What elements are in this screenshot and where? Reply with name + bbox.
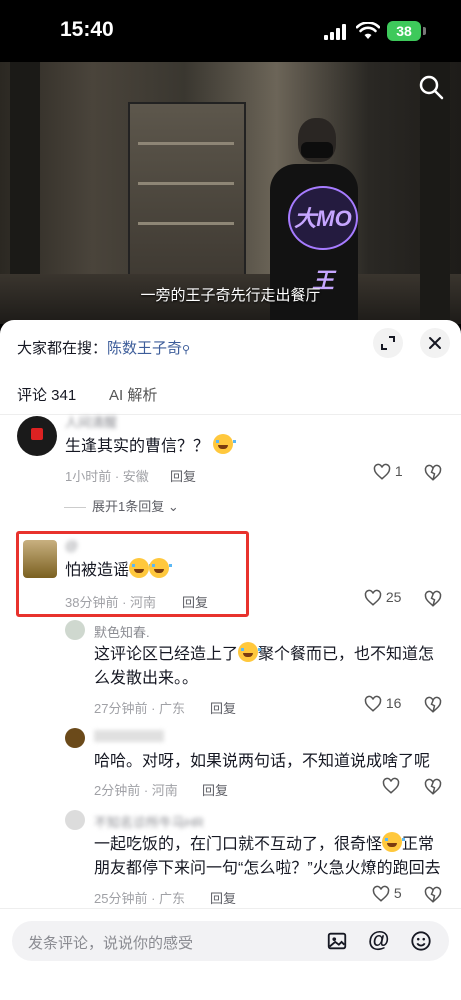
small-search-icon: ⚲ [182, 344, 191, 356]
broken-heart-icon [424, 590, 442, 607]
broken-heart-icon [424, 464, 442, 481]
like-button[interactable]: 5 [372, 885, 402, 903]
comment-text: 怕被造谣 [65, 558, 173, 583]
hot-search-label: 大家都在搜： [17, 340, 108, 357]
dislike-button[interactable] [424, 696, 442, 714]
comment-author[interactable]: 人间清醒 [65, 412, 117, 431]
close-button[interactable] [420, 328, 450, 358]
comment-input[interactable]: 发条评论，说说你的感受 @ [12, 921, 449, 961]
avatar[interactable] [65, 810, 85, 830]
reply-button[interactable]: 回复 [182, 592, 208, 611]
close-icon [429, 337, 441, 349]
reply-button[interactable]: 回复 [170, 466, 196, 485]
comment-meta: 25分钟前 · 广东 [94, 891, 186, 906]
comment-text: 生逢其实的曹信？？ [65, 434, 237, 459]
comment-panel: 大家都在搜：陈数王子奇⚲ 评论 341 AI 解析 人间清醒 生逢其实的曹信？？… [0, 320, 461, 1000]
comment-text: 哈哈。对呀，如果说两句话，不知道说成啥了呢 [94, 753, 431, 770]
mention-icon[interactable]: @ [368, 927, 389, 953]
dislike-button[interactable] [424, 590, 442, 608]
video-scene-cabinet [128, 102, 246, 302]
reply-button[interactable]: 回复 [202, 780, 228, 799]
expand-icon [381, 336, 395, 350]
hot-search[interactable]: 大家都在搜：陈数王子奇⚲ [17, 337, 190, 358]
comment-reply-item: 不知名诊所牛马HR 一起吃饭的，在门口就不互动了，很奇怪 正常 朋友都停下来问一句“… [0, 810, 461, 910]
cellular-signal-icon [324, 24, 346, 40]
heart-icon [364, 590, 382, 607]
comment-author[interactable] [94, 730, 164, 742]
status-bar: 15:40 38 [0, 0, 461, 62]
comment-author[interactable]: 默色知春. [94, 622, 150, 641]
reply-button[interactable]: 回复 [210, 698, 236, 717]
laugh-cry-emoji-icon [238, 642, 262, 662]
tab-comments[interactable]: 评论 341 [17, 384, 76, 405]
like-count: 5 [393, 885, 402, 901]
tab-ai-analysis[interactable]: AI 解析 [109, 384, 157, 405]
comment-input-bar: 发条评论，说说你的感受 @ [0, 908, 461, 1000]
battery-indicator: 38 [387, 21, 421, 41]
dislike-button[interactable] [424, 886, 442, 904]
comment-reply-item: 默色知春. 这评论区已经造上了 聚个餐而已，也不知道怎 么发散出来。。 27分钟前 … [0, 618, 461, 718]
comment-author[interactable]: 不知名诊所牛马HR [94, 812, 204, 831]
avatar[interactable] [23, 540, 57, 578]
broken-heart-icon [424, 696, 442, 713]
like-button[interactable]: 25 [364, 589, 401, 607]
comment-meta: 1小时前 · 安徽 [65, 469, 149, 484]
like-count: 1 [394, 463, 403, 479]
like-button[interactable]: 16 [364, 695, 401, 713]
like-button[interactable]: 1 [373, 463, 403, 481]
expand-button[interactable] [373, 328, 403, 358]
comment-input-placeholder: 发条评论，说说你的感受 [28, 935, 194, 952]
heart-icon [382, 778, 400, 795]
heart-icon [364, 696, 382, 713]
status-time: 15:40 [60, 18, 114, 41]
heart-icon [373, 464, 391, 481]
like-count: 25 [385, 589, 402, 605]
comment-item: @ 怕被造谣 38分钟前 · 河南 回复 25 [0, 536, 461, 616]
comment-meta: 38分钟前 · 河南 [65, 595, 157, 610]
watermark-logo: 大MO王 [288, 186, 358, 293]
video-subtitle: 一旁的王子奇先行走出餐厅 [140, 287, 321, 304]
wifi-icon [356, 22, 380, 39]
comment-author[interactable]: @ [65, 538, 78, 553]
video-player[interactable]: 大MO王 一旁的王子奇先行走出餐厅 [0, 62, 461, 324]
comment-meta: 27分钟前 · 广东 [94, 701, 186, 716]
like-button[interactable] [382, 777, 400, 795]
broken-heart-icon [424, 778, 442, 795]
comment-text: 一起吃饭的，在门口就不互动了，很奇怪 正常 朋友都停下来问一句“怎么啦？”火急火燎的… [94, 832, 441, 881]
expand-replies-button[interactable]: 展开1条回复 ⌄ [64, 496, 179, 515]
laugh-cry-emoji-icon [382, 832, 406, 852]
battery-cap [423, 27, 426, 35]
broken-heart-icon [424, 886, 442, 903]
emoji-icon[interactable] [410, 930, 432, 952]
heart-icon [372, 886, 390, 903]
avatar[interactable] [65, 620, 85, 640]
avatar[interactable] [65, 728, 85, 748]
dislike-button[interactable] [424, 464, 442, 482]
image-icon[interactable] [326, 930, 348, 952]
laugh-cry-emoji-icon [149, 558, 173, 578]
comment-item: 人间清醒 生逢其实的曹信？？ 1小时前 · 安徽 回复 1 展开1条回复 ⌄ [0, 408, 461, 518]
search-icon[interactable] [418, 74, 444, 100]
avatar[interactable] [17, 416, 57, 456]
hot-search-keyword[interactable]: 陈数王子奇 [107, 340, 182, 357]
comment-text: 这评论区已经造上了 聚个餐而已，也不知道怎 么发散出来。。 [94, 642, 434, 691]
comment-meta: 2分钟前 · 河南 [94, 783, 178, 798]
comment-reply-item: 哈哈。对呀，如果说两句话，不知道说成啥了呢 2分钟前 · 河南 回复 [0, 728, 461, 808]
chevron-down-icon: ⌄ [167, 499, 179, 514]
dislike-button[interactable] [424, 778, 442, 796]
like-count: 16 [385, 695, 402, 711]
reply-button[interactable]: 回复 [210, 888, 236, 907]
laugh-cry-emoji-icon [129, 558, 153, 578]
shy-emoji-icon [213, 434, 237, 454]
